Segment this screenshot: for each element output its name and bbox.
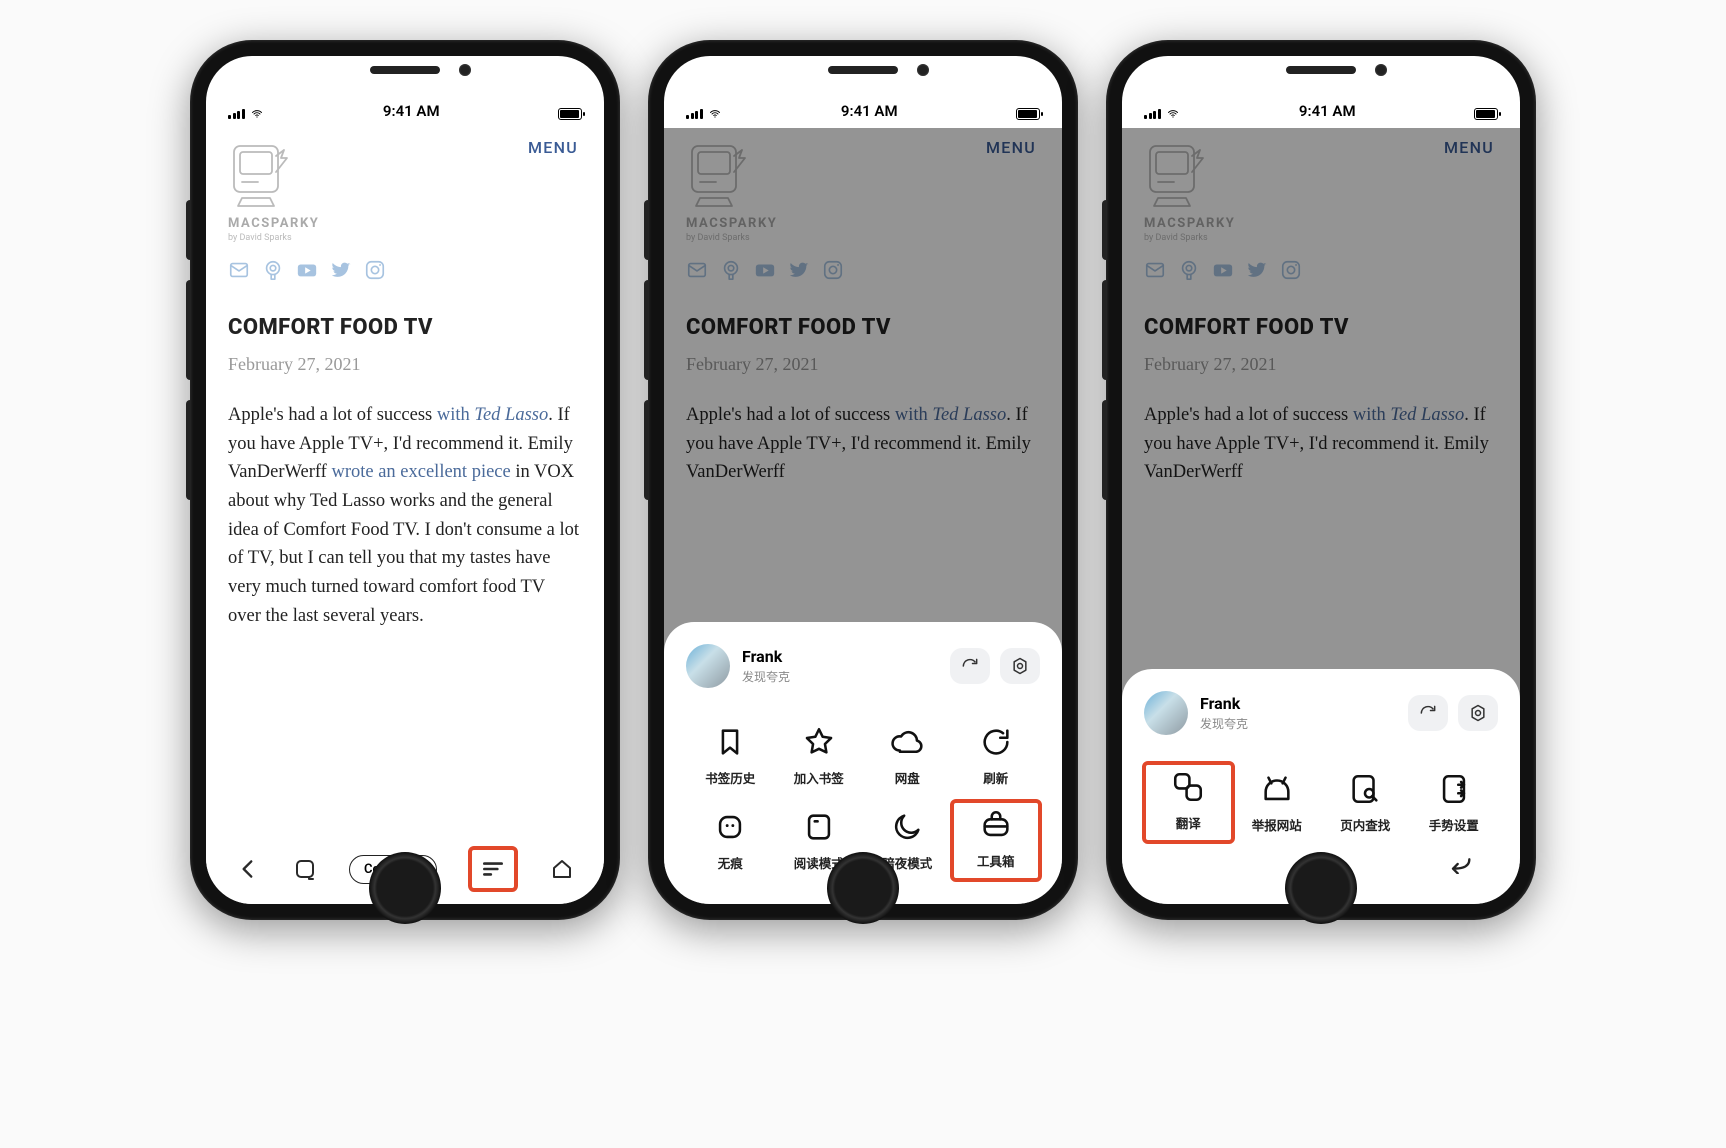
podcast-icon[interactable] xyxy=(262,259,284,281)
menu-item-label: 举报网站 xyxy=(1252,815,1302,834)
menu-item-label: 刷新 xyxy=(983,768,1008,787)
site-menu-link[interactable]: MENU xyxy=(528,138,578,157)
earpiece xyxy=(828,66,898,74)
refresh-chip[interactable] xyxy=(950,648,990,684)
link-vox-piece[interactable]: wrote an excellent piece xyxy=(331,462,510,482)
physical-home-button[interactable] xyxy=(1285,852,1357,924)
cell-signal-icon xyxy=(1144,109,1161,119)
battery-icon xyxy=(1016,108,1040,120)
menu-item-report-site[interactable]: 举报网站 xyxy=(1233,765,1322,840)
instagram-icon[interactable] xyxy=(364,259,386,281)
menu-grid-toolbox: 翻译 举报网站 页内查找 手势设置 xyxy=(1144,765,1498,840)
profile-row[interactable]: Frank 发现夸克 xyxy=(686,644,790,688)
profile-subtitle: 发现夸克 xyxy=(1200,715,1248,732)
phone-frame-1: 9:41 AM MENU MACSPARKY by David Sparks xyxy=(190,40,620,920)
reader-icon xyxy=(801,809,837,845)
incognito-icon xyxy=(712,809,748,845)
wifi-icon xyxy=(707,108,723,120)
back-button[interactable] xyxy=(235,856,261,882)
cloud-icon xyxy=(889,724,925,760)
cell-signal-icon xyxy=(686,109,703,119)
settings-chip[interactable] xyxy=(1000,648,1040,684)
status-time: 9:41 AM xyxy=(383,102,440,120)
profile-name: Frank xyxy=(742,647,790,666)
earpiece xyxy=(1286,66,1356,74)
menu-item-gesture-settings[interactable]: 手势设置 xyxy=(1410,765,1499,840)
settings-chip[interactable] xyxy=(1458,695,1498,731)
menu-item-bookmark-history[interactable]: 书签历史 xyxy=(686,718,775,793)
profile-subtitle: 发现夸克 xyxy=(742,668,790,685)
profile-row[interactable]: Frank 发现夸克 xyxy=(1144,691,1248,735)
status-time: 9:41 AM xyxy=(1299,102,1356,120)
phone-frame-2: 9:41 AM MENU MACSPARKY by David Sparks C… xyxy=(648,40,1078,920)
toolbox-icon xyxy=(978,807,1014,843)
screen-3: 9:41 AM MENU MACSPARKY by David Sparks C… xyxy=(1122,56,1520,904)
earpiece xyxy=(370,66,440,74)
front-camera xyxy=(459,64,471,76)
status-time: 9:41 AM xyxy=(841,102,898,120)
menu-item-label: 书签历史 xyxy=(705,768,755,787)
physical-home-button[interactable] xyxy=(827,852,899,924)
cell-signal-icon xyxy=(228,109,245,119)
tabs-button[interactable] xyxy=(292,856,318,882)
phone-frame-3: 9:41 AM MENU MACSPARKY by David Sparks C… xyxy=(1106,40,1536,920)
gesture-icon xyxy=(1436,771,1472,807)
mail-icon[interactable] xyxy=(228,259,250,281)
menu-item-add-bookmark[interactable]: 加入书签 xyxy=(775,718,864,793)
social-icons-row xyxy=(228,259,582,281)
screen-2: 9:41 AM MENU MACSPARKY by David Sparks C… xyxy=(664,56,1062,904)
report-icon xyxy=(1259,771,1295,807)
menu-button-highlight xyxy=(468,846,518,892)
link-ted-lasso[interactable]: with Ted Lasso xyxy=(437,405,548,425)
brand-byline: by David Sparks xyxy=(228,233,582,243)
star-icon xyxy=(801,724,837,760)
menu-button[interactable] xyxy=(480,856,506,882)
refresh-chip[interactable] xyxy=(1408,695,1448,731)
wifi-icon xyxy=(1165,108,1181,120)
menu-item-label: 页内查找 xyxy=(1340,815,1390,834)
menu-item-translate-highlight[interactable]: 翻译 xyxy=(1142,761,1235,844)
find-in-page-icon xyxy=(1347,771,1383,807)
translate-icon xyxy=(1170,769,1206,805)
front-camera xyxy=(1375,64,1387,76)
menu-item-label: 翻译 xyxy=(1176,813,1201,832)
battery-icon xyxy=(1474,108,1498,120)
menu-item-find-in-page[interactable]: 页内查找 xyxy=(1321,765,1410,840)
bookmark-icon xyxy=(712,724,748,760)
menu-item-label: 工具箱 xyxy=(977,851,1015,870)
avatar xyxy=(686,644,730,688)
screen-1: 9:41 AM MENU MACSPARKY by David Sparks xyxy=(206,56,604,904)
home-button[interactable] xyxy=(549,856,575,882)
menu-item-incognito[interactable]: 无痕 xyxy=(686,803,775,878)
profile-name: Frank xyxy=(1200,694,1248,713)
brand-name: MACSPARKY xyxy=(228,216,582,231)
menu-item-label: 网盘 xyxy=(895,768,920,787)
battery-icon xyxy=(558,108,582,120)
refresh-icon xyxy=(978,724,1014,760)
menu-item-cloud[interactable]: 网盘 xyxy=(863,718,952,793)
web-page: MENU MACSPARKY by David Sparks COMF xyxy=(206,128,604,840)
front-camera xyxy=(917,64,929,76)
menu-item-toolbox-highlight[interactable]: 工具箱 xyxy=(950,799,1043,882)
avatar xyxy=(1144,691,1188,735)
menu-item-label: 手势设置 xyxy=(1429,815,1479,834)
sheet-back-button[interactable] xyxy=(1446,854,1474,878)
menu-item-label: 加入书签 xyxy=(794,768,844,787)
body-text: Apple's had a lot of success xyxy=(228,405,437,425)
article-body: Apple's had a lot of success with Ted La… xyxy=(228,401,582,630)
article-date: February 27, 2021 xyxy=(228,354,582,375)
menu-item-refresh[interactable]: 刷新 xyxy=(952,718,1041,793)
moon-icon xyxy=(889,809,925,845)
twitter-icon[interactable] xyxy=(330,259,352,281)
physical-home-button[interactable] xyxy=(369,852,441,924)
wifi-icon xyxy=(249,108,265,120)
menu-item-label: 无痕 xyxy=(718,853,743,872)
article-title: COMFORT FOOD TV xyxy=(228,315,582,340)
youtube-icon[interactable] xyxy=(296,259,318,281)
body-text: in VOX about why Ted Lasso works and the… xyxy=(228,462,579,625)
